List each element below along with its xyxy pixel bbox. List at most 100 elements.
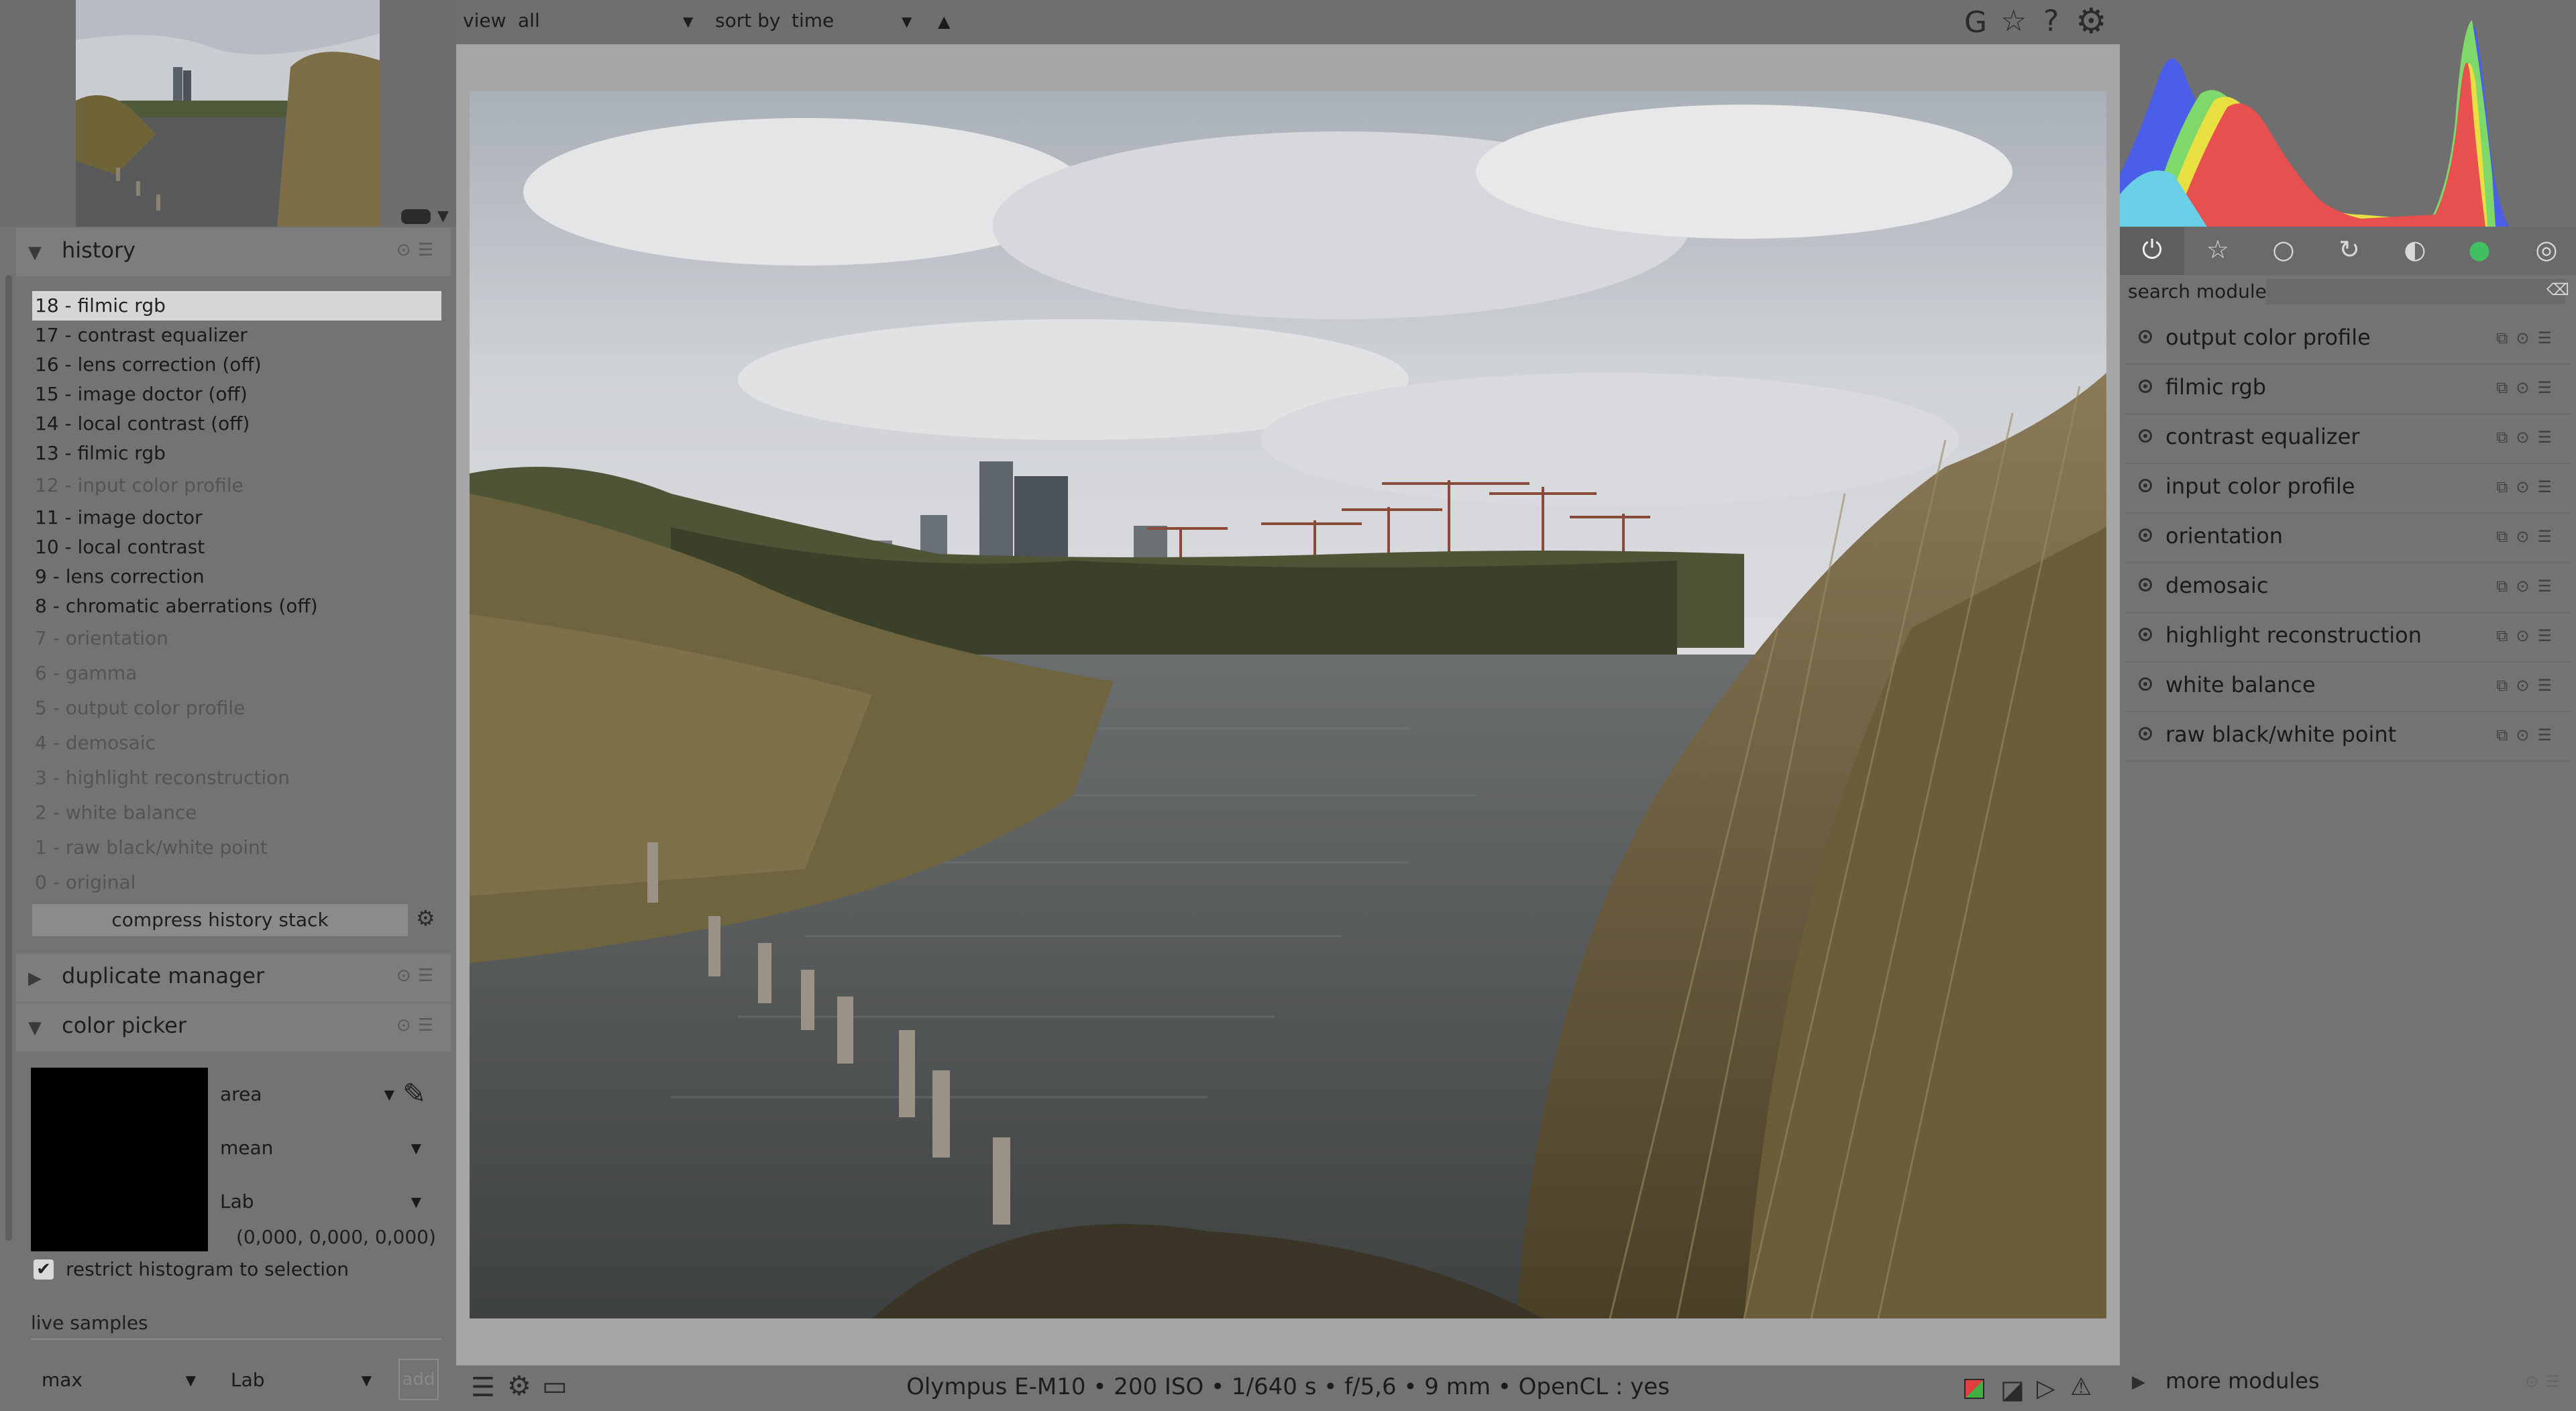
color-picker-header[interactable]: ▼ color picker ⊙☰	[16, 1003, 451, 1052]
chevron-down-icon[interactable]: ▼	[902, 13, 912, 30]
reset-presets-icons[interactable]: ⊙☰	[396, 1015, 440, 1035]
history-item[interactable]: 16 - lens correction (off)	[32, 350, 441, 380]
focus-peaking-icon[interactable]: ▷	[2037, 1375, 2055, 1402]
history-item[interactable]: 7 - orientation	[32, 621, 441, 656]
history-item[interactable]: 9 - lens correction	[32, 562, 441, 591]
correct-group-icon[interactable]: ↻	[2329, 235, 2369, 268]
restrict-histogram-checkbox[interactable]: ✔	[34, 1259, 54, 1280]
module-actions-icons[interactable]: ⧉⊙☰	[2496, 378, 2560, 397]
module-actions-icons[interactable]: ⧉⊙☰	[2496, 428, 2560, 447]
module-power-icon[interactable]	[2139, 429, 2152, 443]
display-mode-icon[interactable]	[401, 209, 431, 224]
picker-statistic-select[interactable]: mean ▼	[220, 1127, 435, 1170]
clear-search-icon[interactable]: ⌫	[2546, 280, 2569, 299]
module-power-icon[interactable]	[2139, 528, 2152, 542]
history-item[interactable]: 14 - local contrast (off)	[32, 409, 441, 439]
history-header[interactable]: ▼ history ⊙☰	[16, 228, 451, 276]
module-power-icon[interactable]	[2139, 628, 2152, 641]
base-group-icon[interactable]: ○	[2263, 235, 2304, 268]
module-power-icon[interactable]	[2139, 677, 2152, 691]
reset-presets-icons[interactable]: ⊙☰	[396, 966, 440, 986]
module-actions-icons[interactable]: ⧉⊙☰	[2496, 626, 2560, 645]
sample-colorspace-select[interactable]: Lab ▼	[231, 1359, 385, 1402]
module-actions-icons[interactable]: ⧉⊙☰	[2496, 577, 2560, 596]
module-name: orientation	[2165, 523, 2284, 549]
sort-select[interactable]: time	[792, 9, 834, 32]
effect-group-icon[interactable]: ◎	[2526, 235, 2567, 268]
sample-statistic-select[interactable]: max ▼	[42, 1359, 209, 1402]
module-actions-icons[interactable]: ⧉⊙☰	[2496, 477, 2560, 496]
main-image[interactable]	[470, 91, 2106, 1318]
star-icon[interactable]: ☆	[2000, 4, 2027, 38]
module-name: filmic rgb	[2165, 374, 2267, 400]
color-group-icon[interactable]: ●	[2459, 235, 2500, 268]
expand-arrow-icon[interactable]: ▶	[2132, 1372, 2145, 1392]
warning-icon[interactable]: ⚠	[2070, 1373, 2092, 1401]
history-item[interactable]: 18 - filmic rgb	[32, 291, 441, 321]
history-item[interactable]: 2 - white balance	[32, 795, 441, 830]
module-actions-icons[interactable]: ⧉⊙☰	[2496, 527, 2560, 546]
module-row[interactable]: raw black/white point ⧉⊙☰	[2125, 712, 2571, 762]
history-item[interactable]: 15 - image doctor (off)	[32, 380, 441, 409]
left-scrollbar[interactable]	[5, 275, 12, 1241]
history-item[interactable]: 12 - input color profile	[32, 468, 441, 503]
sort-order-icon[interactable]: ▲	[938, 12, 950, 31]
history-item[interactable]: 1 - raw black/white point	[32, 830, 441, 865]
module-power-icon[interactable]	[2139, 479, 2152, 492]
module-row[interactable]: highlight reconstruction ⧉⊙☰	[2125, 613, 2571, 663]
module-row[interactable]: white balance ⧉⊙☰	[2125, 663, 2571, 712]
module-row[interactable]: demosaic ⧉⊙☰	[2125, 563, 2571, 613]
history-item[interactable]: 11 - image doctor	[32, 503, 441, 532]
history-list: 18 - filmic rgb 17 - contrast equalizer 16…	[32, 291, 441, 900]
module-power-icon[interactable]	[2139, 380, 2152, 393]
color-picker-eyedropper-icon[interactable]: ✎	[402, 1077, 426, 1110]
power-group-icon[interactable]: ⏻	[2132, 235, 2172, 268]
history-item[interactable]: 6 - gamma	[32, 656, 441, 691]
chevron-down-icon[interactable]: ▼	[683, 13, 693, 30]
menu-icon[interactable]: ☰	[471, 1372, 495, 1403]
module-name: contrast equalizer	[2165, 424, 2360, 449]
module-power-icon[interactable]	[2139, 727, 2152, 740]
module-power-icon[interactable]	[2139, 578, 2152, 591]
reset-presets-icons[interactable]: ⊙☰	[396, 240, 440, 260]
module-actions-icons[interactable]: ⧉⊙☰	[2496, 676, 2560, 695]
picker-statistic-value: mean	[220, 1137, 274, 1159]
more-modules-label[interactable]: more modules	[2165, 1368, 2320, 1394]
gear-icon[interactable]: ⚙	[2076, 1, 2107, 42]
picker-colorspace-select[interactable]: Lab ▼	[220, 1180, 435, 1223]
module-row[interactable]: filmic rgb ⧉⊙☰	[2125, 365, 2571, 414]
history-item[interactable]: 10 - local contrast	[32, 532, 441, 562]
search-module-input[interactable]	[2266, 279, 2565, 304]
history-item[interactable]: 17 - contrast equalizer	[32, 321, 441, 350]
module-row[interactable]: input color profile ⧉⊙☰	[2125, 464, 2571, 514]
more-modules-icons[interactable]: ⊙☰	[2525, 1372, 2567, 1391]
styles-icon[interactable]: ⚙	[507, 1371, 531, 1402]
grouping-icon[interactable]: G	[1964, 5, 1987, 40]
history-item[interactable]: 0 - original	[32, 865, 441, 900]
chevron-down-icon[interactable]: ▼	[437, 208, 449, 225]
add-sample-button[interactable]: add	[398, 1359, 439, 1400]
view-select[interactable]: all	[518, 9, 540, 32]
module-power-icon[interactable]	[2139, 330, 2152, 343]
navigation-thumbnail[interactable]	[76, 0, 380, 227]
duplicate-manager-header[interactable]: ▶ duplicate manager ⊙☰	[16, 954, 451, 1002]
module-row[interactable]: contrast equalizer ⧉⊙☰	[2125, 414, 2571, 464]
history-item[interactable]: 5 - output color profile	[32, 691, 441, 726]
softproof-icon[interactable]	[1964, 1379, 1984, 1399]
tone-group-icon[interactable]: ◐	[2395, 235, 2435, 268]
favorites-group-icon[interactable]: ☆	[2198, 235, 2238, 268]
module-row[interactable]: output color profile ⧉⊙☰	[2125, 315, 2571, 365]
history-item[interactable]: 4 - demosaic	[32, 726, 441, 760]
history-style-icon[interactable]: ⚙	[416, 905, 443, 935]
gamut-check-icon[interactable]: ◪	[2000, 1375, 2025, 1404]
module-row[interactable]: orientation ⧉⊙☰	[2125, 514, 2571, 563]
history-item[interactable]: 3 - highlight reconstruction	[32, 760, 441, 795]
module-actions-icons[interactable]: ⧉⊙☰	[2496, 726, 2560, 744]
module-actions-icons[interactable]: ⧉⊙☰	[2496, 329, 2560, 347]
history-item[interactable]: 8 - chromatic aberrations (off)	[32, 591, 441, 621]
display-icon[interactable]: ▭	[542, 1371, 568, 1402]
help-icon[interactable]: ?	[2043, 4, 2059, 38]
histogram[interactable]	[2120, 0, 2576, 227]
history-item[interactable]: 13 - filmic rgb	[32, 439, 441, 468]
compress-history-button[interactable]: compress history stack	[32, 904, 408, 936]
